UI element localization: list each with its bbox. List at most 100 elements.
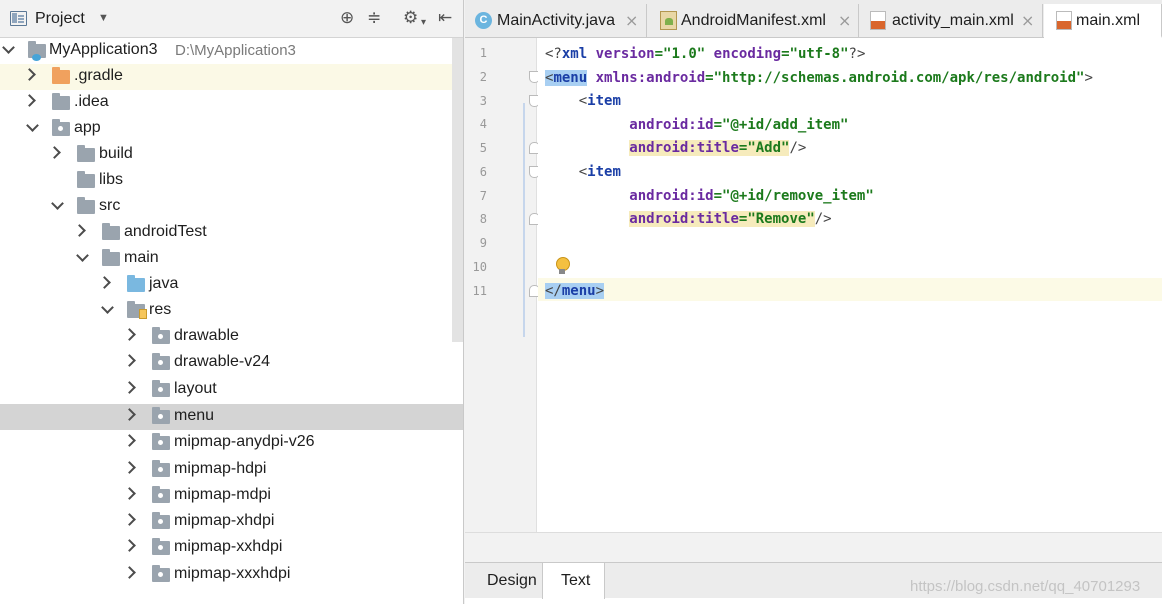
line-number: 11 bbox=[472, 284, 487, 298]
crosshair-icon[interactable]: ⊕ bbox=[340, 8, 354, 28]
gear-dropdown-icon[interactable]: ▾ bbox=[421, 13, 426, 33]
tree-item-label: build bbox=[99, 145, 133, 162]
tree-item-main[interactable]: main bbox=[0, 246, 463, 272]
chevron-right-icon[interactable] bbox=[125, 541, 135, 551]
chevron-right-icon[interactable] bbox=[125, 330, 135, 340]
line-number: 2 bbox=[479, 70, 487, 84]
close-icon[interactable]: × bbox=[625, 11, 638, 30]
tree-item-gradle[interactable]: .gradle bbox=[0, 64, 463, 90]
tree-item-androidtest[interactable]: androidTest bbox=[0, 220, 463, 246]
gear-icon[interactable]: ⚙ bbox=[403, 8, 418, 28]
tab-androidmanifest-xml[interactable]: AndroidManifest.xml × bbox=[648, 4, 859, 38]
hide-panel-icon[interactable]: ⇤ bbox=[438, 8, 452, 28]
editor-tab-bar: C MainActivity.java × AndroidManifest.xm… bbox=[465, 0, 1162, 38]
chevron-down-icon[interactable] bbox=[27, 122, 37, 132]
tree-item-mipmap-hdpi[interactable]: mipmap-hdpi bbox=[0, 457, 463, 483]
chevron-right-icon[interactable] bbox=[75, 226, 85, 236]
tree-item-mipmap-xhdpi[interactable]: mipmap-xhdpi bbox=[0, 509, 463, 535]
tree-item-drawable-v24[interactable]: drawable-v24 bbox=[0, 350, 463, 376]
folder-icon bbox=[52, 93, 70, 110]
folder-icon bbox=[102, 249, 120, 266]
code-line-8: android:title="Remove"/> bbox=[545, 208, 832, 230]
chevron-down-icon[interactable] bbox=[102, 304, 112, 314]
folder-icon bbox=[152, 433, 170, 450]
fold-guide bbox=[523, 103, 525, 337]
tab-text[interactable]: Text bbox=[543, 563, 605, 599]
chevron-right-icon[interactable] bbox=[125, 568, 135, 578]
project-panel-header: Project ▼ ⊕ ≑ ⚙ ▾ ⇤ bbox=[0, 0, 463, 38]
tab-mainactivity-java[interactable]: C MainActivity.java × bbox=[465, 4, 647, 38]
tree-item-build[interactable]: build bbox=[0, 142, 463, 168]
code-token: xml bbox=[561, 46, 588, 62]
chevron-right-icon[interactable] bbox=[125, 356, 135, 366]
tree-item-java[interactable]: java bbox=[0, 272, 463, 298]
chevron-right-icon[interactable] bbox=[50, 148, 60, 158]
tree-item-label: MyApplication3 bbox=[49, 41, 158, 58]
code-token: "@+id/add_item" bbox=[722, 117, 849, 133]
tree-item-label: mipmap-xhdpi bbox=[174, 512, 275, 529]
chevron-right-icon[interactable] bbox=[125, 436, 135, 446]
code-token: "http://schemas.android.com/apk/res/andr… bbox=[713, 70, 1085, 86]
chevron-right-icon[interactable] bbox=[25, 96, 35, 106]
tab-main-xml[interactable]: main.xml bbox=[1044, 4, 1162, 38]
tree-item-app[interactable]: app bbox=[0, 116, 463, 142]
tree-item-mipmap-xxxhdpi[interactable]: mipmap-xxxhdpi bbox=[0, 562, 463, 588]
project-view-title[interactable]: Project bbox=[35, 10, 85, 28]
tree-item-res[interactable]: res bbox=[0, 298, 463, 324]
lightbulb-icon[interactable] bbox=[555, 257, 570, 277]
tree-item-libs[interactable]: libs bbox=[0, 168, 463, 194]
tree-item-label: app bbox=[74, 119, 101, 136]
tab-label: MainActivity.java bbox=[497, 12, 615, 29]
tree-item-label: mipmap-xxxhdpi bbox=[174, 565, 291, 582]
code-token: android:title bbox=[629, 211, 739, 227]
project-tree: MyApplication3 D:\MyApplication3 .gradle… bbox=[0, 38, 463, 604]
chevron-right-icon[interactable] bbox=[125, 463, 135, 473]
code-token: encoding bbox=[713, 46, 782, 62]
collapse-all-icon[interactable]: ≑ bbox=[367, 8, 381, 28]
chevron-right-icon[interactable] bbox=[125, 489, 135, 499]
tree-item-label: main bbox=[124, 249, 159, 266]
chevron-down-icon[interactable] bbox=[3, 44, 13, 54]
tree-scrollbar[interactable] bbox=[452, 38, 463, 342]
tree-item-drawable[interactable]: drawable bbox=[0, 324, 463, 350]
tree-item-menu[interactable]: menu bbox=[0, 404, 463, 430]
tree-item-mipmap-mdpi[interactable]: mipmap-mdpi bbox=[0, 483, 463, 509]
close-icon[interactable]: × bbox=[1021, 11, 1034, 30]
tree-item-label: src bbox=[99, 197, 121, 214]
tree-item-layout[interactable]: layout bbox=[0, 377, 463, 403]
close-icon[interactable]: × bbox=[838, 11, 851, 30]
code-editor[interactable]: <?xml version="1.0" encoding="utf-8"?> <… bbox=[538, 38, 1162, 532]
folder-icon bbox=[152, 538, 170, 555]
current-line-highlight bbox=[538, 278, 1162, 301]
project-view-icon bbox=[10, 11, 27, 26]
code-token: = bbox=[781, 46, 790, 62]
chevron-down-icon[interactable] bbox=[77, 252, 87, 262]
tree-item-mipmap-anydpi-v26[interactable]: mipmap-anydpi-v26 bbox=[0, 430, 463, 456]
chevron-right-icon[interactable] bbox=[100, 278, 110, 288]
tree-item-idea[interactable]: .idea bbox=[0, 90, 463, 116]
editor-horizontal-scrollbar[interactable] bbox=[465, 532, 1162, 562]
chevron-down-icon[interactable]: ▼ bbox=[98, 12, 109, 24]
tab-design-label: Design bbox=[487, 572, 537, 589]
tab-activity-main-xml[interactable]: activity_main.xml × bbox=[860, 4, 1043, 38]
tab-label: main.xml bbox=[1076, 12, 1141, 29]
code-token: android:id bbox=[629, 117, 714, 133]
chevron-right-icon[interactable] bbox=[125, 515, 135, 525]
tree-item-label: layout bbox=[174, 380, 217, 397]
chevron-right-icon[interactable] bbox=[125, 410, 135, 420]
code-token: "@+id/remove_item" bbox=[722, 188, 874, 204]
chevron-right-icon[interactable] bbox=[25, 70, 35, 80]
code-line-6: <item bbox=[545, 161, 621, 183]
tree-item-label: mipmap-xxhdpi bbox=[174, 538, 283, 555]
tree-item-myapplication3[interactable]: MyApplication3 D:\MyApplication3 bbox=[0, 38, 463, 64]
code-token: "Remove" bbox=[747, 211, 815, 227]
code-token: item bbox=[587, 164, 621, 180]
tab-design[interactable]: Design bbox=[475, 563, 543, 599]
chevron-right-icon[interactable] bbox=[125, 383, 135, 393]
chevron-down-icon[interactable] bbox=[52, 200, 62, 210]
tree-item-src[interactable]: src bbox=[0, 194, 463, 220]
editor-area: C MainActivity.java × AndroidManifest.xm… bbox=[465, 0, 1162, 604]
line-number: 6 bbox=[479, 165, 487, 179]
tree-item-mipmap-xxhdpi[interactable]: mipmap-xxhdpi bbox=[0, 535, 463, 561]
editor-bottom-tabs: Design Text https://blog.csdn.net/qq_407… bbox=[465, 562, 1162, 599]
